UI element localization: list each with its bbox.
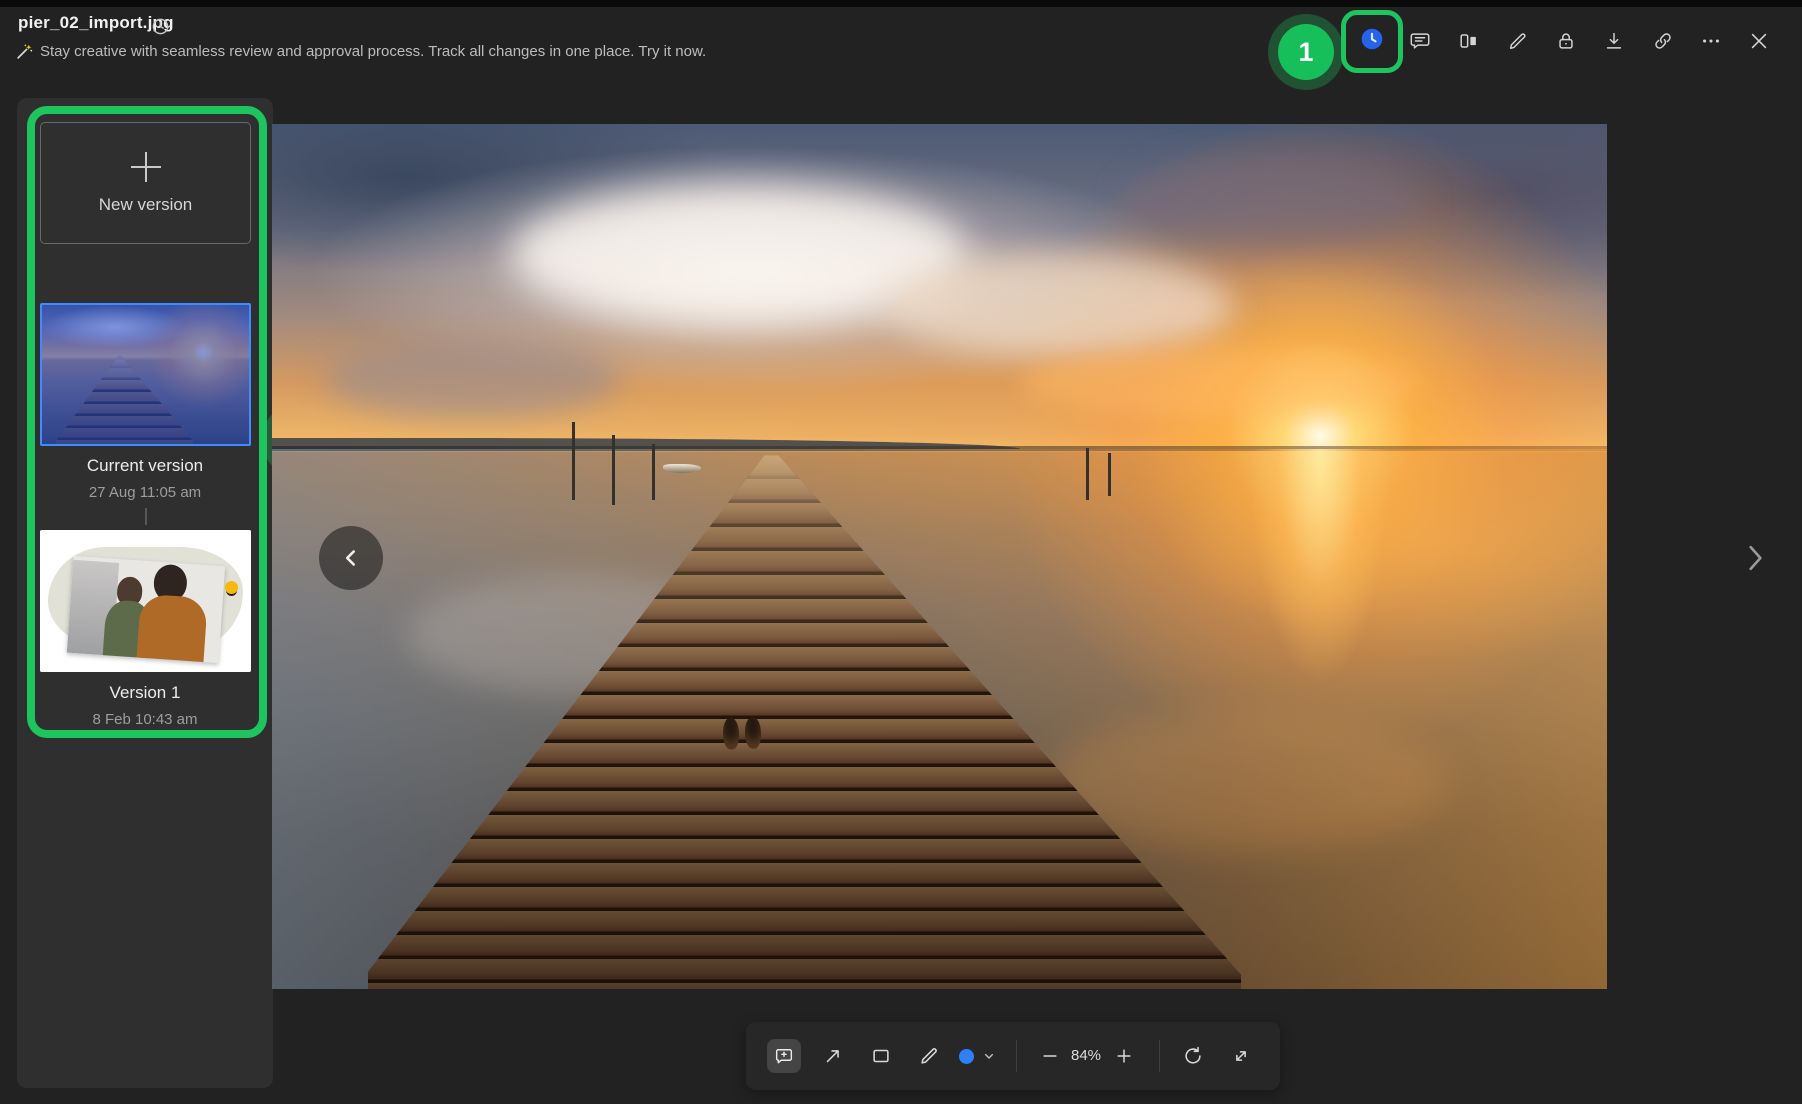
preview-image-pier-sunset — [272, 124, 1607, 989]
annotation-color-swatch[interactable] — [959, 1049, 974, 1064]
download-icon — [1603, 30, 1625, 52]
previous-file-button[interactable] — [319, 526, 383, 590]
clock-active-icon — [1359, 26, 1385, 52]
add-comment-button[interactable] — [767, 1039, 801, 1073]
lock-button[interactable] — [1548, 23, 1584, 59]
version-label-current: Current version — [17, 456, 273, 476]
promo-banner: Stay creative with seamless review and a… — [16, 43, 706, 60]
selected-overlay — [42, 305, 249, 444]
window-top-strip — [0, 0, 1802, 7]
version-history-button-active[interactable] — [1359, 26, 1385, 57]
arrow-tool-icon — [822, 1045, 844, 1067]
tutorial-highlight-history-button — [1341, 10, 1403, 73]
comments-icon — [1409, 30, 1431, 52]
color-picker-dropdown[interactable] — [978, 1045, 1000, 1067]
lock-icon — [1555, 30, 1577, 52]
rectangle-tool-icon — [870, 1045, 892, 1067]
arrow-tool-button[interactable] — [822, 1045, 844, 1067]
plus-icon — [1114, 1046, 1134, 1066]
download-button[interactable] — [1596, 23, 1632, 59]
new-version-label: New version — [99, 195, 193, 215]
version-item-current-thumbnail[interactable] — [40, 303, 251, 446]
compare-versions-button[interactable] — [1451, 23, 1487, 59]
rotate-icon — [1182, 1045, 1204, 1067]
tutorial-step1-badge: 1 — [1278, 24, 1334, 80]
more-button[interactable] — [1693, 23, 1729, 59]
zoom-out-button[interactable] — [1039, 1045, 1061, 1067]
zoom-level: 84% — [1064, 1047, 1108, 1064]
annotation-toolbar: 84% — [746, 1022, 1280, 1090]
magic-wand-icon — [16, 43, 33, 60]
draw-tool-icon — [918, 1045, 940, 1067]
expand-icon — [1230, 1045, 1252, 1067]
version-label-1: Version 1 — [17, 683, 273, 703]
next-file-button[interactable] — [1740, 534, 1770, 582]
chevron-down-icon — [981, 1048, 997, 1064]
version-history-icon[interactable] — [151, 17, 170, 36]
pencil-icon — [1507, 30, 1529, 52]
version-connector-line — [145, 508, 147, 525]
chevron-left-icon — [338, 545, 364, 571]
boat — [663, 464, 701, 473]
compare-icon — [1458, 30, 1480, 52]
version-time-1: 8 Feb 10:43 am — [17, 711, 273, 728]
rectangle-tool-button[interactable] — [870, 1045, 892, 1067]
rotate-button[interactable] — [1182, 1045, 1204, 1067]
plus-icon — [131, 152, 161, 182]
comment-plus-icon — [774, 1046, 794, 1066]
toolbar-divider — [1016, 1040, 1017, 1072]
comments-button[interactable] — [1402, 23, 1438, 59]
version-item-1-thumbnail[interactable] — [40, 530, 251, 672]
toolbar-divider — [1159, 1040, 1160, 1072]
new-version-button[interactable]: New version — [40, 122, 251, 244]
copy-link-button[interactable] — [1645, 23, 1681, 59]
zoom-in-button[interactable] — [1113, 1045, 1135, 1067]
promo-text: Stay creative with seamless review and a… — [40, 43, 706, 60]
ellipsis-icon — [1700, 30, 1722, 52]
fullscreen-button[interactable] — [1230, 1045, 1252, 1067]
chevron-right-icon — [1742, 538, 1768, 578]
close-button[interactable] — [1741, 23, 1777, 59]
link-icon — [1652, 30, 1674, 52]
file-review-window: pier_02_import.jpg Stay creative with se… — [0, 0, 1802, 1104]
close-icon — [1748, 30, 1770, 52]
sandals — [723, 717, 762, 750]
annotate-button[interactable] — [1500, 23, 1536, 59]
version1-preview — [40, 530, 251, 672]
minus-icon — [1040, 1046, 1060, 1066]
version-time-current: 27 Aug 11:05 am — [17, 484, 273, 501]
draw-tool-button[interactable] — [918, 1045, 940, 1067]
